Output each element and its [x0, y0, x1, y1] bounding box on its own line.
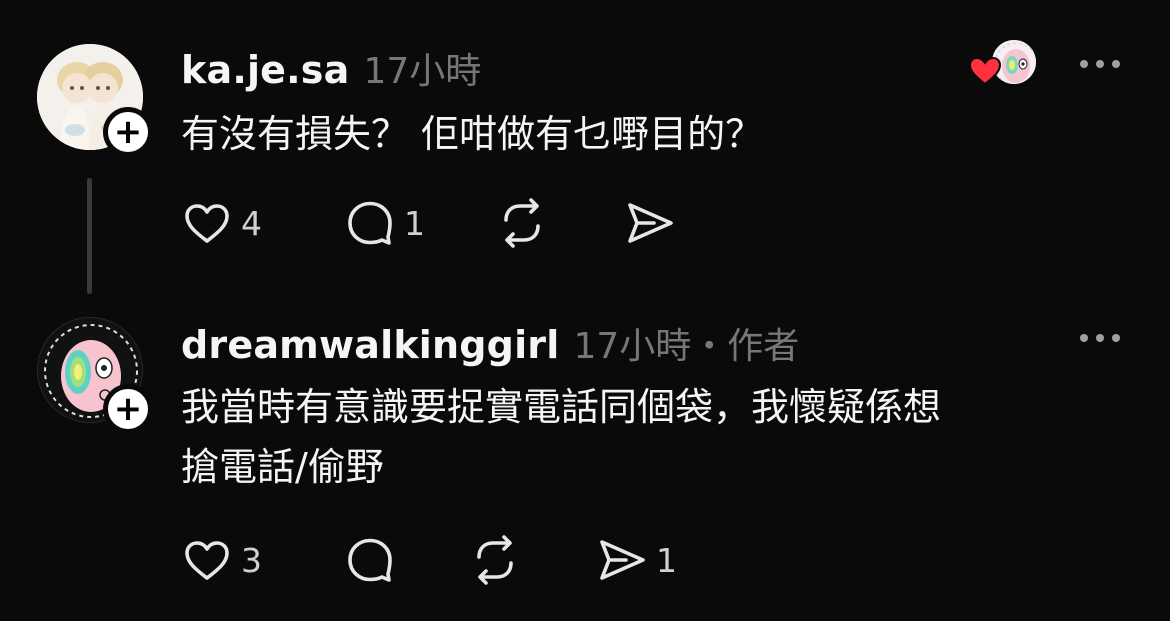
follow-button[interactable]: +	[103, 384, 153, 434]
heart-outline-icon	[185, 541, 229, 580]
send-icon	[628, 203, 673, 243]
reply-post: + ka.je.sa 17小時 有沒有損失？ 佢咁做有乜嘢目的？ 4 1	[0, 0, 1170, 300]
like-count: 4	[241, 203, 262, 243]
liked-by-author-indicator	[968, 38, 1040, 88]
post-header: ka.je.sa 17小時	[181, 42, 481, 94]
action-bar: 3 1	[181, 532, 677, 588]
repost-icon	[477, 535, 513, 585]
timestamp-author-label: 17小時・作者	[573, 326, 800, 367]
post-text-line: 我當時有意識要捉實電話同個袋，我懷疑係想	[181, 385, 942, 429]
username[interactable]: dreamwalkinggirl	[181, 323, 559, 367]
timestamp: 17小時	[363, 51, 482, 92]
author-reply-post: + dreamwalkinggirl 17小時・作者 我當時有意識要捉實電話同個…	[0, 300, 1170, 621]
heart-outline-icon	[185, 204, 229, 243]
post-header: dreamwalkinggirl 17小時・作者	[181, 317, 799, 369]
share-count: 1	[656, 540, 677, 580]
more-horizontal-icon	[1080, 334, 1088, 342]
share-button[interactable]	[624, 195, 676, 251]
more-dot	[1112, 334, 1120, 342]
repost-icon	[504, 198, 540, 248]
send-icon	[600, 540, 645, 580]
speech-bubble-icon	[348, 201, 392, 245]
post-text: 有沒有損失？ 佢咁做有乜嘢目的？	[181, 112, 764, 156]
like-count: 3	[241, 540, 262, 580]
share-button[interactable]: 1	[596, 532, 677, 588]
action-bar: 4 1	[181, 195, 676, 251]
plus-icon: +	[113, 112, 143, 152]
more-horizontal-icon	[1080, 60, 1088, 68]
more-dot	[1112, 60, 1120, 68]
plus-icon: +	[113, 389, 143, 429]
post-text-line: 搶電話/偷野	[181, 445, 384, 489]
post-text: 我當時有意識要捉實電話同個袋，我懷疑係想 搶電話/偷野	[181, 377, 1141, 497]
more-options-button[interactable]	[1080, 328, 1120, 348]
reply-button[interactable]: 1	[344, 195, 496, 251]
more-dot	[1096, 334, 1104, 342]
follow-button[interactable]: +	[103, 107, 153, 157]
like-button[interactable]: 4	[181, 195, 344, 251]
speech-bubble-icon	[348, 538, 392, 582]
repost-button[interactable]	[469, 532, 596, 588]
more-dot	[1096, 60, 1104, 68]
like-button[interactable]: 3	[181, 532, 344, 588]
heart-filled-icon	[968, 56, 1002, 86]
more-options-button[interactable]	[1080, 54, 1120, 74]
thread-line	[87, 178, 92, 294]
reply-button[interactable]	[344, 532, 469, 588]
reply-count: 1	[404, 203, 425, 243]
username[interactable]: ka.je.sa	[181, 48, 349, 92]
repost-button[interactable]	[496, 195, 624, 251]
